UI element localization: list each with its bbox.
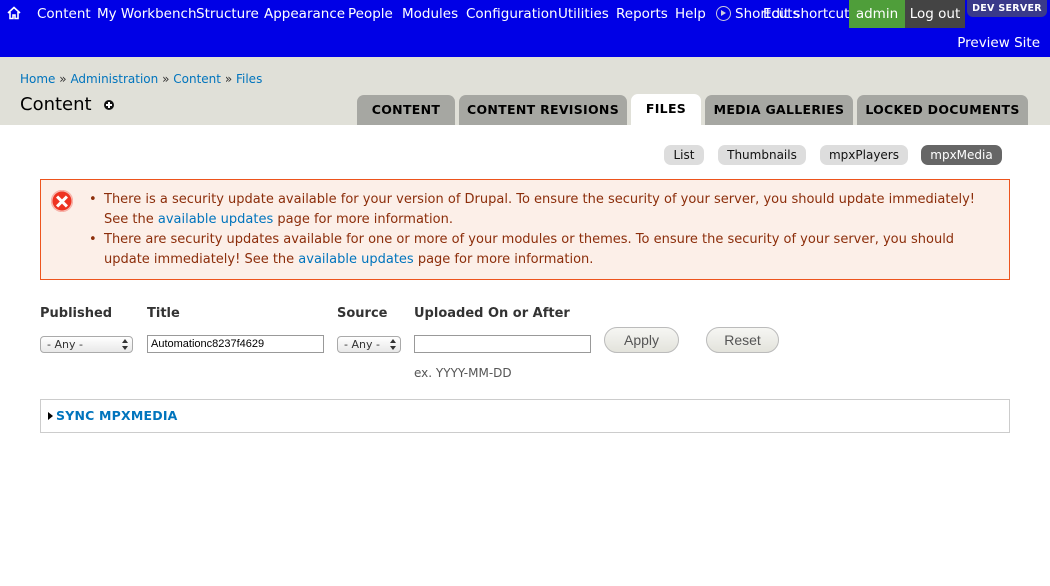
- add-shortcut-icon[interactable]: [104, 100, 114, 110]
- toolbar-item-reports[interactable]: Reports: [616, 6, 668, 22]
- message-text: page for more information.: [413, 252, 594, 267]
- breadcrumb-files[interactable]: Files: [236, 72, 262, 86]
- published-select-value: - Any -: [47, 338, 83, 351]
- admin-toolbar: Content My Workbench Structure Appearanc…: [0, 0, 1050, 57]
- user-account-link[interactable]: admin: [849, 0, 905, 28]
- date-format-hint: ex. YYYY-MM-DD: [414, 366, 512, 380]
- toolbar-item-configuration[interactable]: Configuration: [466, 6, 558, 22]
- preview-site-link[interactable]: Preview Site: [957, 35, 1040, 51]
- toolbar-item-modules[interactable]: Modules: [402, 6, 458, 22]
- toolbar-item-structure[interactable]: Structure: [196, 6, 259, 22]
- breadcrumb-content[interactable]: Content: [173, 72, 221, 86]
- tab-locked-documents[interactable]: LOCKED DOCUMENTS: [857, 95, 1028, 125]
- breadcrumb-separator: »: [224, 72, 233, 86]
- source-select-value: - Any -: [344, 338, 380, 351]
- message-text: page for more information.: [273, 212, 453, 227]
- title-input[interactable]: Automationc8237f4629: [147, 335, 324, 353]
- edit-shortcuts-link[interactable]: Edit shortcuts: [763, 6, 856, 22]
- uploaded-label: Uploaded On or After: [414, 306, 570, 321]
- tab-files[interactable]: FILES: [631, 94, 701, 125]
- published-select[interactable]: - Any -: [40, 336, 133, 353]
- breadcrumb-separator: »: [59, 72, 67, 86]
- message-list: There is a security update available for…: [89, 190, 999, 270]
- tab-media-galleries[interactable]: MEDIA GALLERIES: [705, 95, 853, 125]
- apply-button[interactable]: Apply: [604, 327, 679, 353]
- tab-content[interactable]: CONTENT: [357, 95, 455, 125]
- collapse-triangle-icon[interactable]: [48, 412, 53, 420]
- toolbar-item-my-workbench[interactable]: My Workbench: [97, 6, 197, 22]
- breadcrumb-home[interactable]: Home: [20, 72, 55, 86]
- logout-link[interactable]: Log out: [905, 0, 965, 28]
- source-select[interactable]: - Any -: [337, 336, 401, 353]
- sync-mpxmedia-toggle[interactable]: SYNC MPXMEDIA: [56, 408, 178, 423]
- toolbar-item-people[interactable]: People: [348, 6, 393, 22]
- breadcrumb-separator: »: [162, 72, 170, 86]
- message-item: There is a security update available for…: [89, 190, 999, 230]
- breadcrumb: Home » Administration » Content » Files: [20, 72, 262, 86]
- toolbar-item-utilities[interactable]: Utilities: [558, 6, 609, 22]
- subtab-list[interactable]: List: [664, 145, 704, 165]
- subtab-mpxmedia[interactable]: mpxMedia: [921, 145, 1002, 165]
- toolbar-item-appearance[interactable]: Appearance: [264, 6, 345, 22]
- subtab-thumbnails[interactable]: Thumbnails: [718, 145, 806, 165]
- reset-button[interactable]: Reset: [706, 327, 779, 353]
- toolbar-item-help[interactable]: Help: [675, 6, 706, 22]
- server-environment-badge: DEV SERVER: [967, 0, 1047, 17]
- available-updates-link[interactable]: available updates: [298, 252, 413, 267]
- error-messages: There is a security update available for…: [40, 179, 1010, 280]
- select-arrows-icon: [122, 339, 128, 350]
- message-item: There are security updates available for…: [89, 230, 999, 270]
- subtab-mpxplayers[interactable]: mpxPlayers: [820, 145, 908, 165]
- error-icon: [51, 190, 73, 212]
- available-updates-link[interactable]: available updates: [158, 212, 273, 227]
- select-arrows-icon: [390, 339, 396, 350]
- tab-content-revisions[interactable]: CONTENT REVISIONS: [459, 95, 627, 125]
- home-icon[interactable]: [6, 5, 24, 23]
- toolbar-item-content[interactable]: Content: [37, 6, 91, 22]
- source-label: Source: [337, 306, 388, 321]
- breadcrumb-administration[interactable]: Administration: [70, 72, 158, 86]
- sync-fieldset: SYNC MPXMEDIA: [40, 399, 1010, 433]
- page-title: Content: [20, 94, 92, 115]
- published-label: Published: [40, 306, 113, 321]
- uploaded-date-input[interactable]: [414, 335, 591, 353]
- shortcuts-toggle-icon[interactable]: [716, 6, 731, 21]
- title-label: Title: [147, 306, 180, 321]
